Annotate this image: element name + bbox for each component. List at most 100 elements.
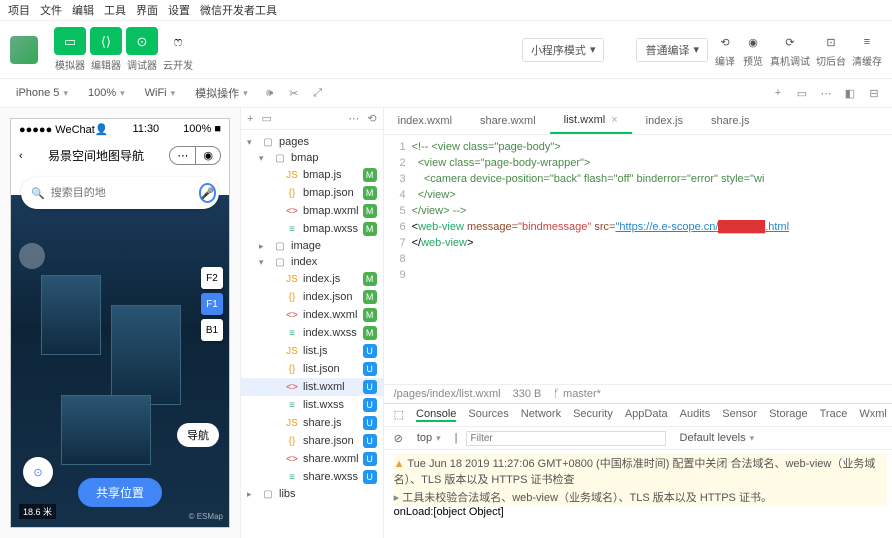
- share-location-button[interactable]: 共享位置: [78, 478, 162, 507]
- tree-item-bmap.json[interactable]: {}bmap.jsonM: [241, 184, 383, 202]
- menu-settings[interactable]: 设置: [168, 2, 190, 18]
- split-icon[interactable]: ◧: [842, 87, 858, 100]
- menu-edit[interactable]: 编辑: [72, 2, 94, 18]
- mic-button[interactable]: 🎤: [199, 183, 217, 203]
- avatar[interactable]: [10, 36, 38, 64]
- tree-item-share.wxss[interactable]: ≡share.wxssU: [241, 468, 383, 486]
- tree-item-bmap.wxml[interactable]: <>bmap.wxmlM: [241, 202, 383, 220]
- filter-input[interactable]: [466, 431, 666, 446]
- menu-project[interactable]: 项目: [8, 2, 30, 18]
- menu-tools[interactable]: 工具: [104, 2, 126, 18]
- floor-b1-button[interactable]: B1: [201, 319, 223, 341]
- capsule-menu-icon[interactable]: ⋯: [170, 147, 196, 164]
- tree-more-icon[interactable]: ⋯: [348, 112, 359, 125]
- devtools-tab-network[interactable]: Network: [521, 408, 561, 422]
- tree-collapse-icon[interactable]: ▭: [261, 112, 271, 125]
- nav-button[interactable]: 导航: [177, 423, 219, 447]
- cloud-button[interactable]: ෆ: [162, 27, 194, 55]
- mode-select[interactable]: 小程序模式▾: [522, 38, 605, 62]
- rotate-icon[interactable]: ⤢: [310, 87, 326, 100]
- remote-debug-button[interactable]: ⟳: [779, 31, 801, 53]
- tree-item-list.js[interactable]: JSlist.jsU: [241, 342, 383, 360]
- tree-refresh-icon[interactable]: ⟲: [367, 112, 376, 125]
- tree-item-index[interactable]: ▾▢index: [241, 254, 383, 270]
- level-select[interactable]: Default levels: [674, 430, 761, 446]
- menu-interface[interactable]: 界面: [136, 2, 158, 18]
- devtools-panel: ⬚ Console Sources Network Security AppData Au…: [384, 403, 892, 538]
- sound-icon[interactable]: 🕪: [262, 87, 278, 100]
- network-select[interactable]: WiFi: [139, 85, 182, 101]
- floor-f1-button[interactable]: F1: [201, 293, 223, 315]
- console-log[interactable]: Tue Jun 18 2019 11:27:06 GMT+0800 (中国标准时…: [384, 450, 892, 538]
- block-icon[interactable]: ⊘: [394, 432, 403, 445]
- map-scene[interactable]: F2 F1 B1 导航 ⊙ 共享位置 18.6 米 © ESMap: [11, 195, 229, 527]
- capsule-close-icon[interactable]: ◉: [196, 147, 220, 164]
- devtools-tab-console[interactable]: Console: [416, 408, 456, 422]
- tree-item-list.json[interactable]: {}list.jsonU: [241, 360, 383, 378]
- mic-icon: 🎤: [201, 187, 215, 200]
- collapse-icon[interactable]: ▭: [794, 87, 810, 100]
- devtools-inspect-icon[interactable]: ⬚: [394, 408, 404, 422]
- cut-icon[interactable]: ✂: [286, 87, 302, 100]
- close-panel-icon[interactable]: ⊟: [866, 87, 882, 100]
- back-icon[interactable]: ‹: [19, 150, 23, 162]
- tree-item-index.json[interactable]: {}index.jsonM: [241, 288, 383, 306]
- devtools-tab-storage[interactable]: Storage: [769, 408, 808, 422]
- git-branch[interactable]: ᚶ master*: [553, 388, 601, 400]
- devtools-tab-appdata[interactable]: AppData: [625, 408, 668, 422]
- debugger-button[interactable]: ⊙: [126, 27, 158, 55]
- devtools-tab-security[interactable]: Security: [573, 408, 613, 422]
- compass-icon[interactable]: [19, 243, 45, 269]
- tree-item-image[interactable]: ▸▢image: [241, 238, 383, 254]
- tree-item-libs[interactable]: ▸▢libs: [241, 486, 383, 502]
- tab-list.wxml[interactable]: list.wxml×: [550, 108, 632, 134]
- devtools-tab-trace[interactable]: Trace: [820, 408, 848, 422]
- editor-button[interactable]: ⟨⟩: [90, 27, 122, 55]
- log-line[interactable]: 工具未校验合法域名、web-view（业务域名）、TLS 版本以及 HTTPS …: [394, 488, 887, 506]
- locate-button[interactable]: ⊙: [23, 457, 53, 487]
- background-button[interactable]: ⊡: [820, 31, 842, 53]
- simulator-button[interactable]: ▭: [54, 27, 86, 55]
- devtools-tab-sensor[interactable]: Sensor: [722, 408, 757, 422]
- devtools-tab-sources[interactable]: Sources: [468, 408, 508, 422]
- devtools-tab-audits[interactable]: Audits: [680, 408, 711, 422]
- more-icon[interactable]: ⋯: [818, 87, 834, 100]
- tree-item-pages[interactable]: ▾▢pages: [241, 134, 383, 150]
- code-editor[interactable]: 123456789 <!-- <view class="page-body"> …: [384, 135, 892, 384]
- tab-index.wxml[interactable]: index.wxml: [384, 108, 466, 134]
- preview-button[interactable]: ◉: [742, 31, 764, 53]
- tab-share.wxml[interactable]: share.wxml: [466, 108, 550, 134]
- tree-item-bmap[interactable]: ▾▢bmap: [241, 150, 383, 166]
- clear-cache-button[interactable]: ≡: [856, 31, 878, 53]
- menu-devtool[interactable]: 微信开发者工具: [200, 2, 277, 18]
- tree-item-list.wxss[interactable]: ≡list.wxssU: [241, 396, 383, 414]
- tree-item-share.wxml[interactable]: <>share.wxmlU: [241, 450, 383, 468]
- close-icon[interactable]: ×: [611, 114, 617, 126]
- menu-file[interactable]: 文件: [40, 2, 62, 18]
- map-credit: © ESMap: [189, 512, 223, 521]
- editor-tabs: index.wxmlshare.wxmllist.wxml×index.jssh…: [384, 108, 892, 135]
- tree-item-share.js[interactable]: JSshare.jsU: [241, 414, 383, 432]
- carrier-label: ●●●●● WeChat👤: [19, 123, 109, 136]
- compile-select[interactable]: 普通编译▾: [636, 38, 708, 62]
- tree-item-index.wxss[interactable]: ≡index.wxssM: [241, 324, 383, 342]
- tab-index.js[interactable]: index.js: [632, 108, 697, 134]
- context-select[interactable]: top: [411, 430, 447, 446]
- add-icon[interactable]: +: [770, 87, 786, 99]
- tab-share.js[interactable]: share.js: [697, 108, 764, 134]
- tree-item-index.wxml[interactable]: <>index.wxmlM: [241, 306, 383, 324]
- zoom-select[interactable]: 100%: [82, 85, 131, 101]
- compile-button[interactable]: ⟲: [714, 31, 736, 53]
- floor-f2-button[interactable]: F2: [201, 267, 223, 289]
- tree-item-index.js[interactable]: JSindex.jsM: [241, 270, 383, 288]
- tree-item-bmap.wxss[interactable]: ≡bmap.wxssM: [241, 220, 383, 238]
- locate-icon: ⊙: [33, 466, 42, 479]
- search-input[interactable]: [51, 187, 193, 199]
- device-select[interactable]: iPhone 5: [10, 85, 74, 101]
- tree-item-bmap.js[interactable]: JSbmap.jsM: [241, 166, 383, 184]
- devtools-tab-wxml[interactable]: Wxml: [859, 408, 887, 422]
- tree-item-share.json[interactable]: {}share.jsonU: [241, 432, 383, 450]
- tree-add-icon[interactable]: +: [247, 113, 253, 125]
- action-select[interactable]: 模拟操作: [189, 83, 254, 103]
- tree-item-list.wxml[interactable]: <>list.wxmlU: [241, 378, 383, 396]
